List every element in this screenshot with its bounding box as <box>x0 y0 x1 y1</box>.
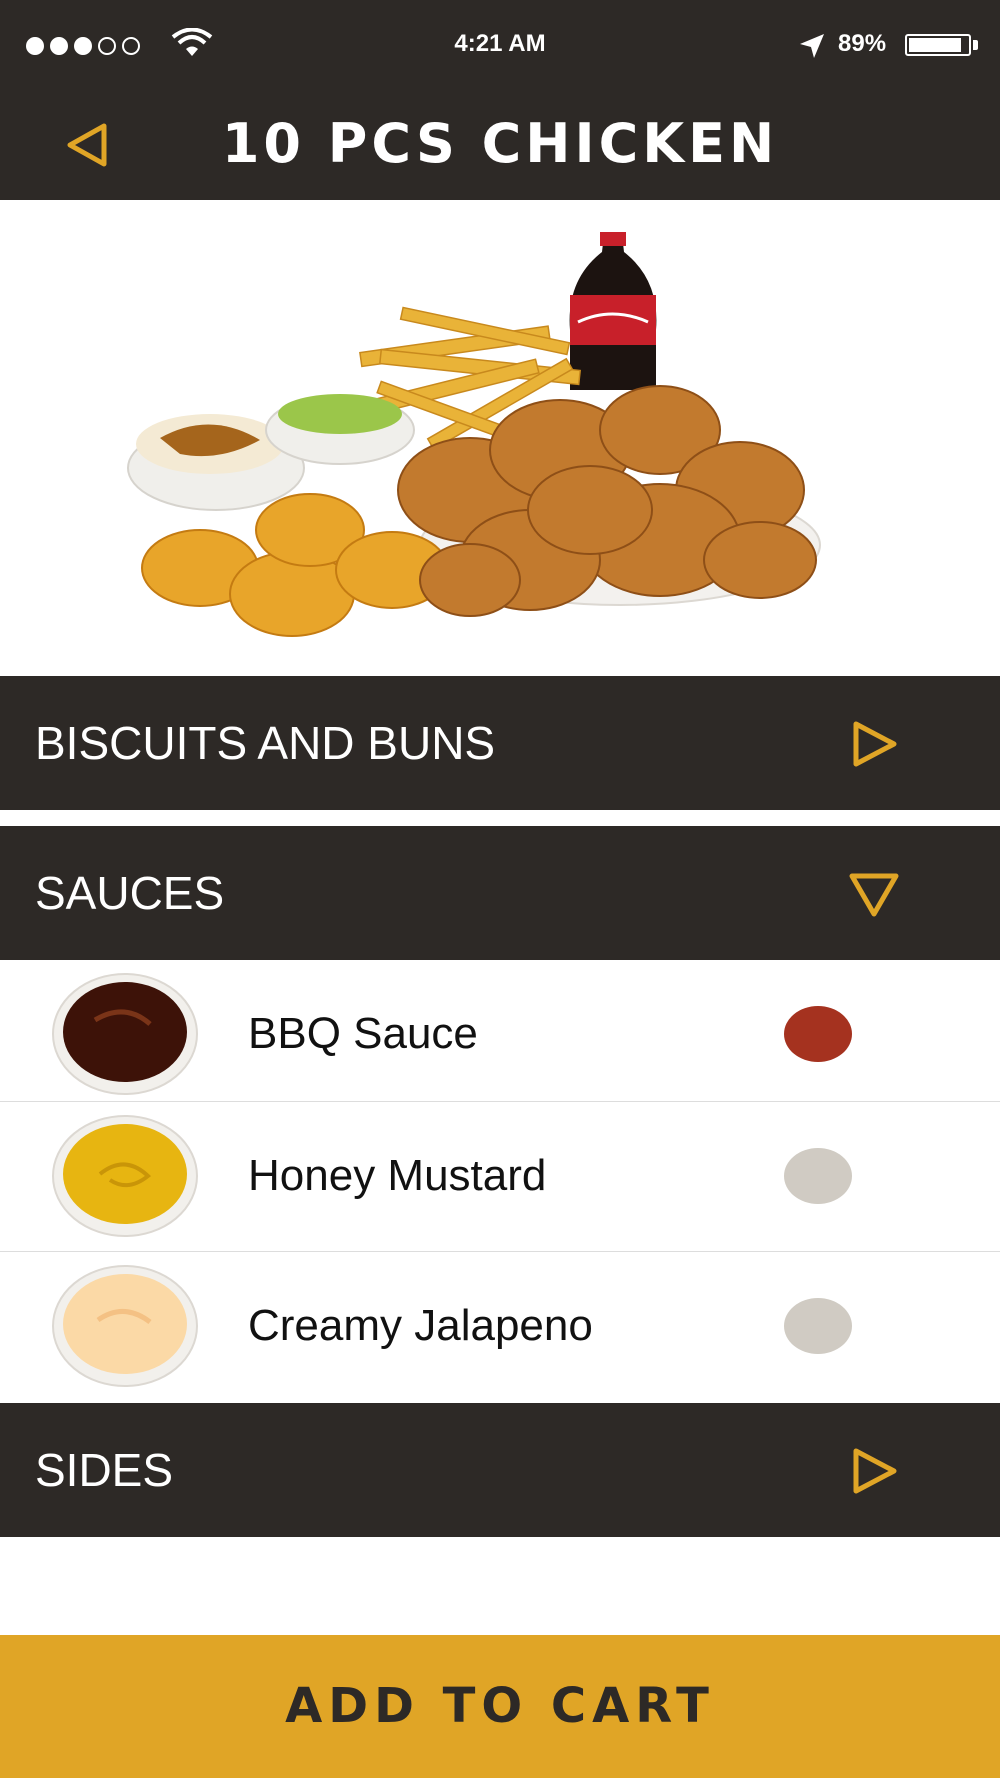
status-bar: 4:21 AM 89% <box>0 0 1000 88</box>
sauce-option-creamy-jalapeno[interactable]: Creamy Jalapeno <box>0 1251 1000 1400</box>
battery-icon <box>905 34 971 56</box>
section-biscuits-and-buns[interactable]: BISCUITS AND BUNS <box>0 676 1000 810</box>
section-label: SAUCES <box>35 867 225 919</box>
creamy-jalapeno-image <box>52 1265 198 1387</box>
hero-image <box>0 200 1000 676</box>
sauce-name: BBQ Sauce <box>248 1009 478 1058</box>
page-title: 10 PCS CHICKEN <box>221 112 779 175</box>
radio-unselected[interactable] <box>784 1148 852 1204</box>
section-sides[interactable]: SIDES <box>0 1403 1000 1537</box>
bbq-sauce-image <box>52 973 198 1095</box>
honey-mustard-image <box>52 1115 198 1237</box>
radio-selected[interactable] <box>784 1006 852 1062</box>
add-to-cart-label: ADD TO CART <box>285 1678 715 1734</box>
chicken-combo-photo <box>127 232 821 637</box>
location-arrow-icon <box>800 34 824 58</box>
battery-percent: 89% <box>838 30 887 57</box>
sauce-name: Creamy Jalapeno <box>248 1301 593 1350</box>
sauce-name: Honey Mustard <box>248 1151 547 1200</box>
nav-bar: 10 PCS CHICKEN <box>0 88 1000 200</box>
radio-unselected[interactable] <box>784 1298 852 1354</box>
sauce-option-honey-mustard[interactable]: Honey Mustard <box>0 1101 1000 1250</box>
sauce-option-bbq[interactable]: BBQ Sauce <box>0 960 1000 1108</box>
add-to-cart-button[interactable]: ADD TO CART <box>0 1635 1000 1778</box>
collapse-down-icon <box>849 873 899 917</box>
expand-right-icon <box>853 721 897 767</box>
expand-right-icon <box>853 1448 897 1494</box>
section-sauces[interactable]: SAUCES <box>0 826 1000 960</box>
section-label: BISCUITS AND BUNS <box>35 717 496 769</box>
section-label: SIDES <box>35 1444 174 1496</box>
